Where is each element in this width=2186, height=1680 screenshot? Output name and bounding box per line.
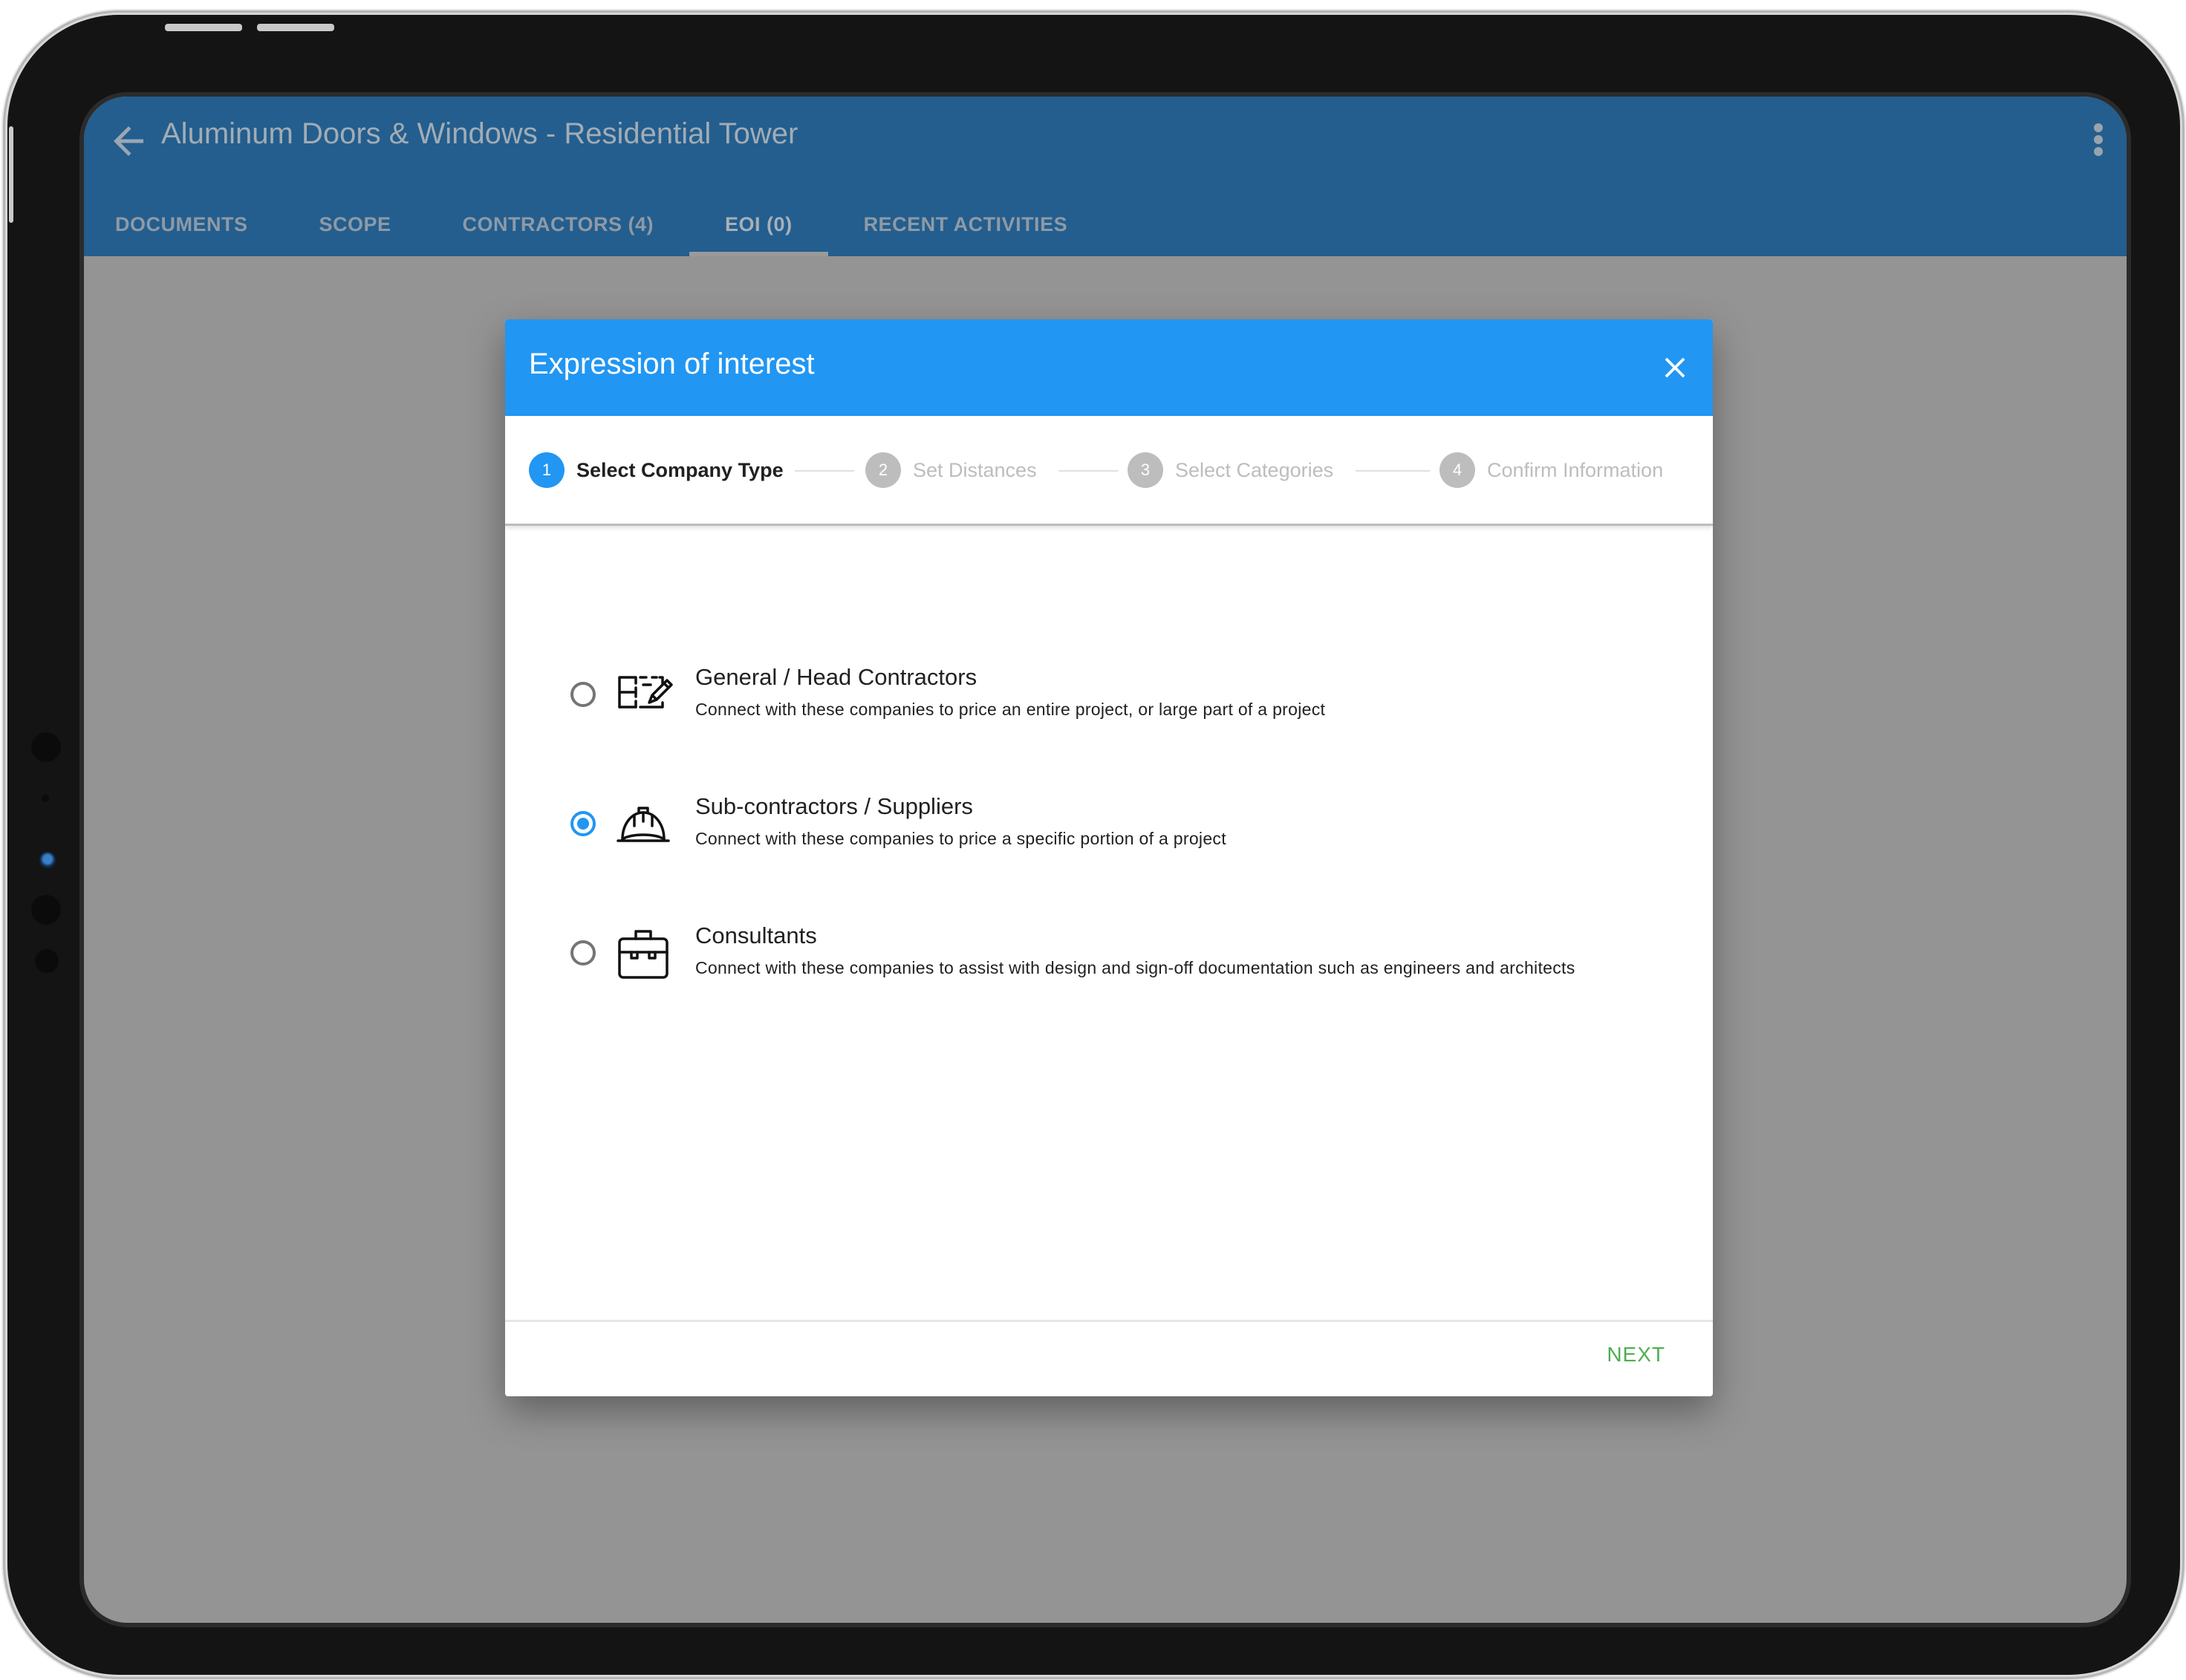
- radio-consultants[interactable]: [570, 940, 596, 966]
- volume-up-button: [165, 24, 242, 31]
- step-connector: [1058, 470, 1118, 472]
- tab-bar: DOCUMENTS SCOPE CONTRACTORS (4) EOI (0) …: [84, 193, 1103, 256]
- camera-icon: [39, 852, 56, 868]
- close-icon[interactable]: [1658, 351, 1692, 385]
- radio-sub-contractors-suppliers[interactable]: [570, 811, 596, 836]
- step-label: Select Company Type: [576, 458, 784, 481]
- screen: Aluminum Doors & Windows - Residential T…: [84, 97, 2127, 1623]
- volume-down-button: [257, 24, 334, 31]
- option-title: Sub-contractors / Suppliers: [695, 793, 973, 819]
- step-select-categories: 3 Select Categories: [1128, 452, 1333, 489]
- sensor: [35, 949, 59, 973]
- tab-recent-activities[interactable]: RECENT ACTIVITIES: [828, 193, 1104, 256]
- step-number: 3: [1128, 452, 1163, 488]
- stepper: 1 Select Company Type 2 Set Distances 3 …: [505, 416, 1713, 526]
- blueprint-edit-icon: [614, 668, 673, 720]
- expression-of-interest-dialog: Expression of interest 1 Select Company …: [505, 319, 1713, 1396]
- step-number: 2: [865, 452, 901, 488]
- step-connector: [1356, 470, 1430, 472]
- option-title: General / Head Contractors: [695, 664, 977, 690]
- option-general-head-contractors[interactable]: General / Head Contractors Connect with …: [570, 654, 1685, 735]
- step-label: Set Distances: [913, 458, 1037, 481]
- step-number: 4: [1440, 452, 1475, 488]
- option-description: Connect with these companies to price a …: [695, 829, 1226, 848]
- next-button[interactable]: NEXT: [1607, 1343, 1665, 1367]
- tablet-frame: Aluminum Doors & Windows - Residential T…: [7, 15, 2180, 1675]
- dialog-header: Expression of interest: [505, 319, 1713, 416]
- arrow-left-icon[interactable]: [106, 119, 151, 163]
- option-description: Connect with these companies to price an…: [695, 700, 1326, 719]
- radio-general-head-contractors[interactable]: [570, 682, 596, 707]
- step-label: Confirm Information: [1487, 458, 1664, 481]
- step-set-distances: 2 Set Distances: [865, 452, 1037, 489]
- step-confirm-information: 4 Confirm Information: [1440, 452, 1663, 489]
- option-description: Connect with these companies to assist w…: [695, 958, 1575, 977]
- power-button: [9, 126, 13, 223]
- tab-contractors[interactable]: CONTRACTORS (4): [427, 193, 690, 256]
- more-vertical-icon[interactable]: [2091, 123, 2106, 160]
- tab-eoi[interactable]: EOI (0): [689, 193, 828, 256]
- app-bar: Aluminum Doors & Windows - Residential T…: [84, 97, 2127, 256]
- sensor: [31, 732, 61, 762]
- step-label: Select Categories: [1175, 458, 1334, 481]
- hard-hat-icon: [614, 798, 673, 850]
- sensor: [31, 895, 61, 925]
- option-consultants[interactable]: Consultants Connect with these companies…: [570, 912, 1685, 994]
- page-title: Aluminum Doors & Windows - Residential T…: [161, 117, 798, 150]
- tab-scope[interactable]: SCOPE: [284, 193, 427, 256]
- option-sub-contractors-suppliers[interactable]: Sub-contractors / Suppliers Connect with…: [570, 783, 1685, 865]
- option-title: Consultants: [695, 922, 817, 948]
- step-number: 1: [529, 452, 565, 488]
- dialog-footer: NEXT: [505, 1320, 1713, 1396]
- dialog-title: Expression of interest: [529, 348, 815, 380]
- sensor: [42, 795, 49, 802]
- tab-documents[interactable]: DOCUMENTS: [84, 193, 284, 256]
- step-select-company-type: 1 Select Company Type: [529, 452, 784, 489]
- step-connector: [795, 470, 854, 472]
- briefcase-icon: [614, 927, 673, 979]
